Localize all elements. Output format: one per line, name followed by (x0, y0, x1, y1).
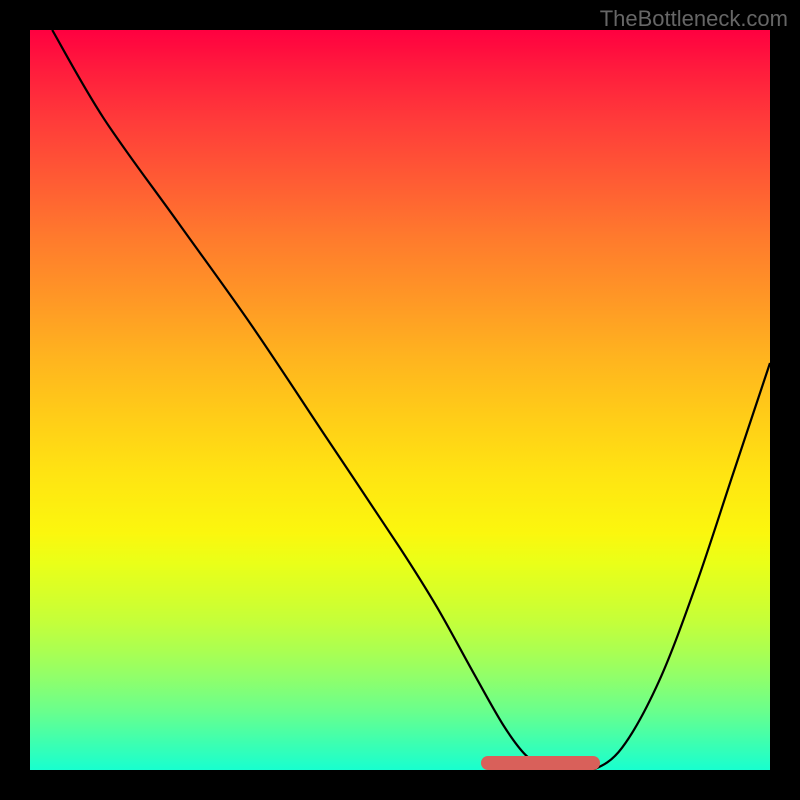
optimal-range-marker (481, 756, 599, 770)
bottleneck-curve (30, 30, 770, 770)
plot-area (30, 30, 770, 770)
watermark-text: TheBottleneck.com (600, 6, 788, 32)
chart-frame: TheBottleneck.com (0, 0, 800, 800)
